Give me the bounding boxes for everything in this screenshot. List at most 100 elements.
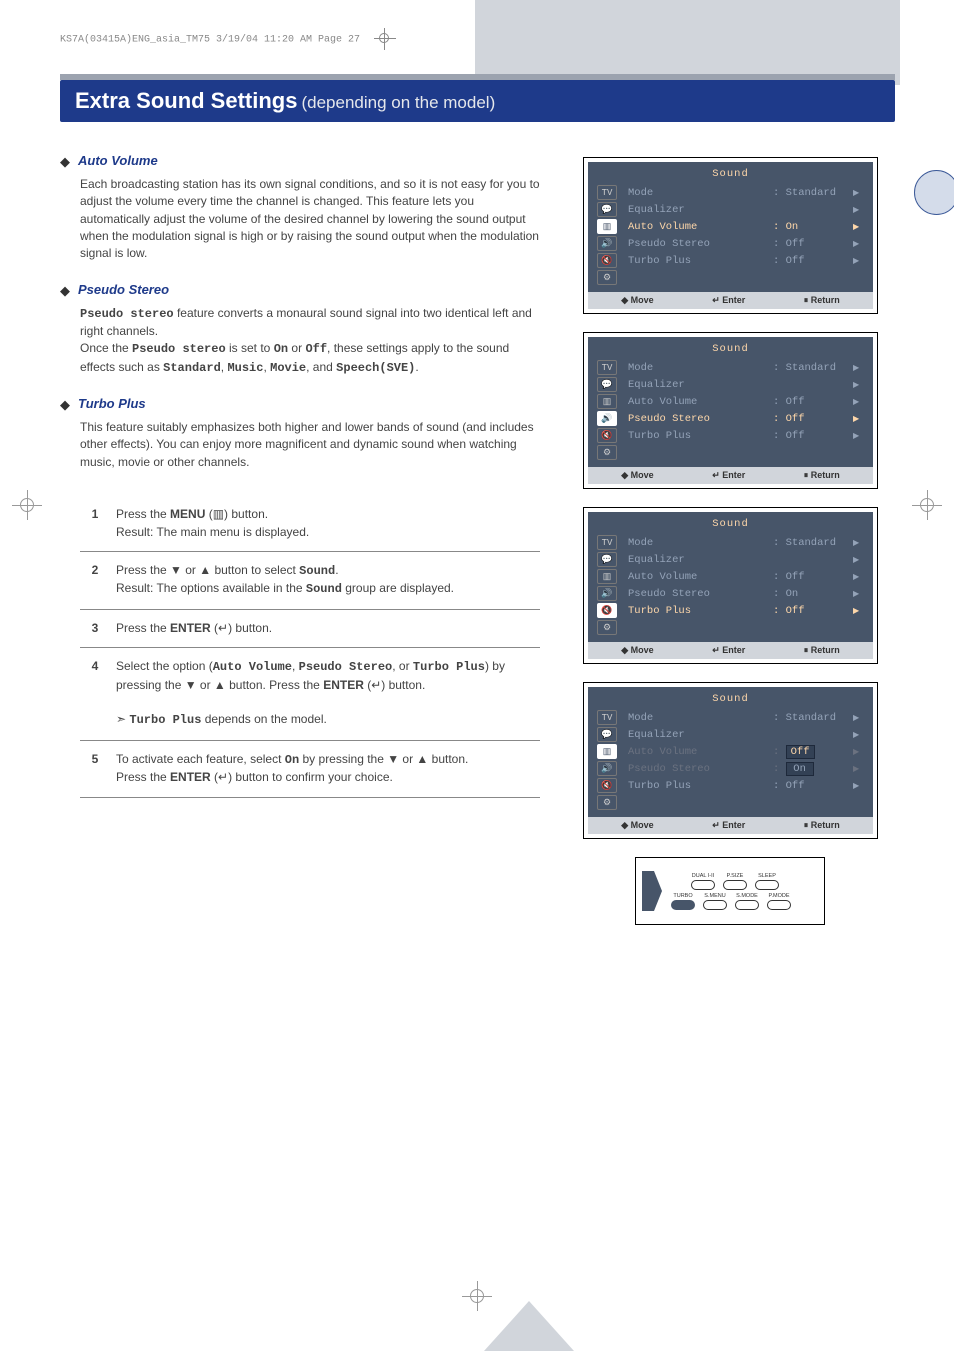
tv-menu-panel: SoundTVMode: Standard▶💬Equalizer▶▥Auto V… (583, 507, 878, 664)
menu-row[interactable]: 💬Equalizer▶ (588, 201, 873, 218)
chevron-right-icon: ▶ (853, 363, 865, 373)
menu-row[interactable]: 🔇Turbo Plus: Off▶ (588, 427, 873, 444)
menu-row[interactable]: 🔊 Pseudo Stereo: Off▶ (588, 235, 873, 252)
tv-menu-panel: SoundTVMode: Standard▶💬Equalizer▶▥Auto V… (583, 332, 878, 489)
menu-row[interactable]: ⚙ (588, 444, 873, 461)
menu-label: Mode (622, 187, 773, 199)
menu-value: : Standard (773, 537, 853, 549)
menu-row[interactable]: 🔇Turbo Plus: Off▶ (588, 252, 873, 269)
move-hint: ◆ Move (621, 295, 653, 306)
panel-title: Sound (588, 516, 873, 534)
page-title: Extra Sound Settings (depending on the m… (60, 80, 895, 122)
menu-row[interactable]: 💬Equalizer▶ (588, 726, 873, 743)
menu-value: : Standard (773, 187, 853, 199)
diamond-bullet: ◆ (60, 153, 70, 172)
menu-label: Pseudo Stereo (622, 238, 773, 250)
turbo-button[interactable]: TURBO (668, 893, 698, 910)
panel-footer: ◆ Move↵ Enter⏸ Return (588, 292, 873, 309)
registration-mark (12, 490, 42, 520)
menu-row[interactable]: ⚙ (588, 794, 873, 811)
menu-row[interactable]: ▥Auto Volume: Off▶ (588, 743, 873, 760)
steps-table: 1Press the MENU (▥) button.Result: The m… (80, 496, 540, 797)
menu-label: Equalizer (622, 204, 773, 216)
menu-row[interactable]: TV Mode: Standard▶ (588, 534, 873, 551)
chevron-right-icon: ▶ (853, 538, 865, 548)
menu-row[interactable]: 🔊Pseudo Stereo: On▶ (588, 585, 873, 602)
menu-label: Mode (622, 537, 773, 549)
menu-row[interactable]: 💬 Equalizer ▶ (588, 551, 873, 568)
menu-icon: 🔊 (597, 236, 617, 251)
menu-row[interactable]: 🔊Pseudo Stereo: On▶ (588, 760, 873, 777)
menu-icon: TV (597, 535, 617, 550)
chevron-right-icon: ▶ (853, 397, 865, 407)
return-hint: ⏸ Return (804, 820, 840, 831)
menu-row[interactable]: TVMode: Standard▶ (588, 184, 873, 201)
diamond-bullet: ◆ (60, 282, 70, 301)
menu-row[interactable]: ▥Auto Volume: Off▶ (588, 393, 873, 410)
menu-icon: ▥ (597, 744, 617, 759)
menu-icon: ⚙ (597, 620, 617, 635)
menu-row[interactable]: ⚙ (588, 619, 873, 636)
menu-icon: 🔇 (597, 428, 617, 443)
move-hint: ◆ Move (621, 470, 653, 481)
menu-icon: TV (597, 185, 617, 200)
menu-row[interactable]: 🔊Pseudo Stereo: Off▶ (588, 410, 873, 427)
registration-mark (912, 490, 942, 520)
menu-icon: 💬 (597, 202, 617, 217)
menu-row[interactable]: 🔇Turbo Plus: Off▶ (588, 777, 873, 794)
enter-hint: ↵ Enter (712, 295, 745, 306)
menu-row[interactable]: ⚙ (588, 269, 873, 286)
chevron-right-icon: ▶ (853, 431, 865, 441)
menu-icon: ▥ (597, 219, 617, 234)
chevron-right-icon: ▶ (853, 239, 865, 249)
menu-icon: 🔊 (597, 586, 617, 601)
pseudo-stereo-body: Pseudo stereo feature converts a monaura… (80, 305, 540, 378)
page-marker-circle (914, 170, 954, 215)
chevron-right-icon: ▶ (853, 555, 865, 565)
tv-menu-panel: SoundTVMode: Standard▶💬Equalizer▶▥Auto V… (583, 157, 878, 314)
menu-icon: ▥ (597, 569, 617, 584)
enter-hint: ↵ Enter (712, 820, 745, 831)
panel-footer: ◆ Move↵ Enter⏸ Return (588, 817, 873, 834)
menu-label: Pseudo Stereo (622, 588, 773, 600)
left-column: ◆Auto Volume Each broadcasting station h… (60, 152, 540, 925)
menu-icon: TV (597, 360, 617, 375)
menu-row[interactable]: ▥Auto Volume: On▶ (588, 218, 873, 235)
menu-label: Pseudo Stereo (622, 413, 773, 425)
right-column: SoundTVMode: Standard▶💬Equalizer▶▥Auto V… (565, 152, 895, 925)
panel-title: Sound (588, 691, 873, 709)
return-hint: ⏸ Return (804, 645, 840, 656)
step-3-body: Press the ENTER (↵) button. (110, 609, 540, 647)
menu-icon: ⚙ (597, 445, 617, 460)
menu-label: Turbo Plus (622, 780, 773, 792)
menu-icon: ⚙ (597, 270, 617, 285)
menu-icon: 💬 (597, 552, 617, 567)
menu-row[interactable]: TVMode: Standard▶ (588, 359, 873, 376)
menu-value: : Standard (773, 362, 853, 374)
menu-label: Auto Volume (622, 396, 773, 408)
menu-row[interactable]: TVMode: Standard▶ (588, 709, 873, 726)
diamond-bullet: ◆ (60, 396, 70, 415)
menu-row[interactable]: 💬Equalizer▶ (588, 376, 873, 393)
corner-triangle (484, 1301, 574, 1351)
panel-title: Sound (588, 341, 873, 359)
menu-value: : Off (773, 238, 853, 250)
menu-icon: 🔇 (597, 603, 617, 618)
chevron-right-icon: ▶ (853, 764, 865, 774)
menu-icon: TV (597, 710, 617, 725)
menu-label: Mode (622, 712, 773, 724)
menu-row[interactable]: 🔇Turbo Plus: Off▶ (588, 602, 873, 619)
chevron-right-icon: ▶ (853, 730, 865, 740)
menu-label: Equalizer (622, 729, 773, 741)
menu-label: Turbo Plus (622, 605, 773, 617)
enter-hint: ↵ Enter (712, 470, 745, 481)
remote-illustration: DUAL I-II P.SIZE SLEEP TURBO S.MENU S.MO… (635, 857, 825, 925)
panel-footer: ◆ Move↵ Enter⏸ Return (588, 467, 873, 484)
menu-icon: 🔊 (597, 761, 617, 776)
chevron-right-icon: ▶ (853, 781, 865, 791)
menu-label: Auto Volume (622, 221, 773, 233)
menu-row[interactable]: ▥Auto Volume: Off▶ (588, 568, 873, 585)
menu-label: Equalizer (622, 554, 773, 566)
chevron-right-icon: ▶ (853, 606, 865, 616)
menu-icon: 💬 (597, 377, 617, 392)
